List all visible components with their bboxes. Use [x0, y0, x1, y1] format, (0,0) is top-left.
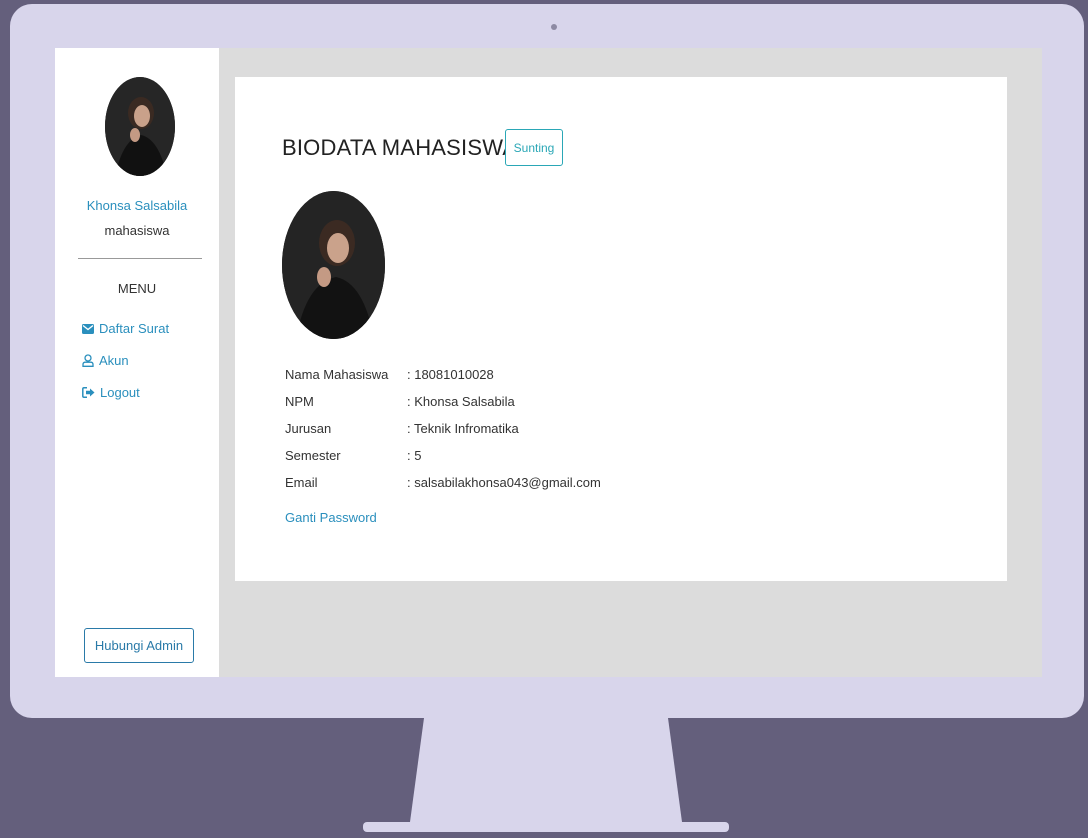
field-value: : 5	[407, 448, 422, 463]
field-value: : Khonsa Salsabila	[407, 394, 515, 409]
field-value: : salsabilakhonsa043@gmail.com	[407, 475, 601, 490]
contact-admin-button[interactable]: Hubungi Admin	[84, 628, 194, 663]
logout-icon	[82, 387, 95, 398]
biodata-fields: Nama Mahasiswa : 18081010028 NPM : Khons…	[285, 367, 601, 502]
field-label: Email	[285, 475, 318, 490]
field-row-semester: Semester : 5	[285, 448, 601, 475]
field-label: Nama Mahasiswa	[285, 367, 389, 382]
sidebar-item-label: Daftar Surat	[99, 321, 170, 336]
app-screen: Khonsa Salsabila mahasiswa MENU Daftar S…	[55, 48, 1042, 677]
field-label: Semester	[285, 448, 341, 463]
divider	[78, 258, 202, 259]
menu-title: MENU	[117, 281, 157, 296]
sidebar-item-daftar-surat[interactable]: Daftar Surat	[82, 321, 169, 336]
field-row-jurusan: Jurusan : Teknik Infromatika	[285, 421, 601, 448]
envelope-icon	[82, 323, 94, 334]
camera-dot	[551, 24, 557, 30]
change-password-link[interactable]: Ganti Password	[285, 510, 377, 525]
avatar	[105, 77, 175, 176]
sidebar-item-akun[interactable]: Akun	[82, 353, 129, 368]
sidebar: Khonsa Salsabila mahasiswa MENU Daftar S…	[55, 48, 219, 677]
page-title: BIODATA MAHASISWA	[282, 135, 518, 160]
user-role: mahasiswa	[104, 223, 170, 238]
user-icon	[82, 354, 94, 367]
edit-button[interactable]: Sunting	[505, 129, 563, 166]
field-row-nama: Nama Mahasiswa : 18081010028	[285, 367, 601, 394]
field-row-email: Email : salsabilakhonsa043@gmail.com	[285, 475, 601, 502]
sidebar-item-label: Akun	[99, 353, 129, 368]
field-value: : 18081010028	[407, 367, 494, 382]
user-name: Khonsa Salsabila	[86, 198, 188, 213]
field-label: Jurusan	[285, 421, 332, 436]
biodata-card: BIODATA MAHASISWA Sunting Nama Mahasiswa…	[235, 77, 1007, 581]
sidebar-item-label: Logout	[100, 385, 140, 400]
profile-photo	[282, 191, 385, 339]
sidebar-item-logout[interactable]: Logout	[82, 385, 140, 400]
field-label: NPM	[285, 394, 314, 409]
field-value: : Teknik Infromatika	[407, 421, 519, 436]
field-row-npm: NPM : Khonsa Salsabila	[285, 394, 601, 421]
